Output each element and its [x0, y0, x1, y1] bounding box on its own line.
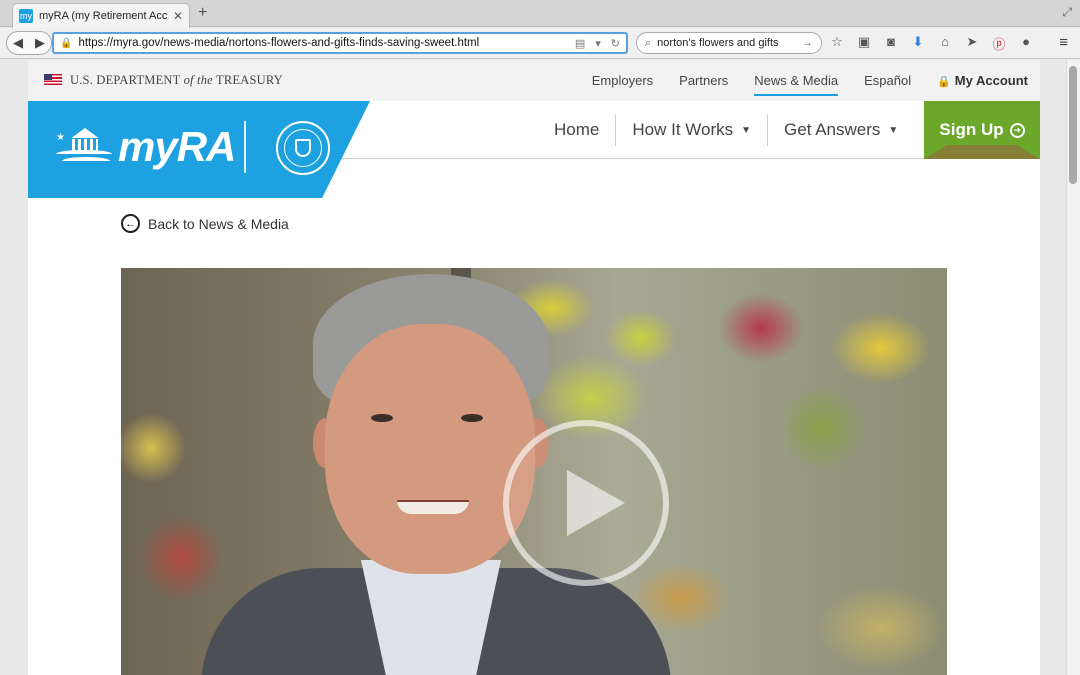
caret-down-icon: ▼	[741, 124, 752, 136]
forward-icon[interactable]: ▶	[29, 35, 51, 51]
arrow-left-circle-icon: ←	[121, 214, 140, 233]
url-bar[interactable]: 🔒 https://myra.gov/news-media/nortons-fl…	[52, 32, 628, 54]
sign-up-button[interactable]: Sign Up ➜	[924, 101, 1040, 159]
chat-icon[interactable]: ●	[1019, 34, 1033, 53]
caret-down-icon: ▼	[888, 124, 899, 136]
treasury-label-prefix: U.S. DEPARTMENT	[70, 73, 184, 87]
play-icon	[567, 470, 625, 536]
search-icon: ⌕	[645, 36, 652, 49]
myra-logo: ★ myRA	[56, 123, 236, 171]
search-input[interactable]: norton's flowers and gifts	[657, 37, 802, 49]
nav-how-it-works[interactable]: How It Works ▼	[616, 114, 769, 146]
lock-icon: 🔒	[937, 76, 951, 88]
play-button[interactable]	[503, 420, 669, 586]
send-icon[interactable]: ➤	[965, 34, 979, 53]
brand-logo-block[interactable]: ★ myRA	[28, 101, 370, 198]
employers-link[interactable]: Employers	[592, 69, 653, 92]
reload-icon[interactable]: ↻	[611, 37, 620, 50]
nav-home-label: Home	[554, 120, 600, 139]
tab-title: myRA (my Retirement Acc…	[39, 10, 169, 22]
url-input[interactable]: https://myra.gov/news-media/nortons-flow…	[78, 37, 574, 49]
back-forward-buttons: ◀ ▶	[6, 31, 52, 55]
nav-home[interactable]: Home	[538, 114, 617, 146]
scrollbar-thumb[interactable]	[1069, 66, 1077, 184]
video-player[interactable]	[121, 268, 947, 675]
pocket-icon[interactable]: ◙	[884, 34, 898, 53]
download-icon[interactable]: ⬇	[911, 34, 925, 53]
close-tab-icon[interactable]: ✕	[173, 9, 183, 23]
utility-nav: Employers Partners News & Media Español …	[592, 60, 1028, 101]
back-icon[interactable]: ◀	[7, 35, 29, 51]
dropdown-icon[interactable]: ▾	[595, 37, 601, 50]
home-icon[interactable]: ⌂	[938, 34, 952, 53]
page-viewport: U.S. DEPARTMENT of the TREASURY Employer…	[0, 60, 1080, 675]
new-tab-icon[interactable]: +	[198, 4, 207, 22]
lock-icon[interactable]: 🔒	[60, 38, 72, 49]
us-flag-icon	[44, 74, 62, 85]
fullscreen-icon[interactable]: ⤢	[1062, 5, 1072, 20]
treasury-label-suffix: TREASURY	[212, 73, 283, 87]
my-account-link[interactable]: 🔒 My Account	[937, 69, 1028, 92]
nav-get-answers[interactable]: Get Answers ▼	[768, 114, 914, 146]
pinterest-icon[interactable]: ⓟ	[992, 34, 1006, 53]
news-media-link[interactable]: News & Media	[754, 69, 838, 96]
capitol-icon: ★	[56, 124, 114, 170]
toolbar-icons: ☆ ▣ ◙ ⬇ ⌂ ➤ ⓟ ●	[830, 34, 1033, 53]
browser-nav-bar: ◀ ▶ 🔒 https://myra.gov/news-media/norton…	[0, 28, 1080, 59]
treasury-label[interactable]: U.S. DEPARTMENT of the TREASURY	[70, 73, 283, 88]
brand-name: myRA	[118, 123, 236, 170]
nav-get-answers-label: Get Answers	[784, 120, 881, 139]
treasury-bar: U.S. DEPARTMENT of the TREASURY Employer…	[28, 60, 1040, 101]
espanol-link[interactable]: Español	[864, 69, 911, 92]
treasury-seal-icon	[276, 121, 330, 175]
myra-favicon-icon: my	[19, 9, 33, 23]
main-nav: Home How It Works ▼ Get Answers ▼	[538, 101, 914, 159]
reader-view-icon[interactable]: ▤	[575, 37, 585, 50]
search-bar[interactable]: ⌕ norton's flowers and gifts →	[636, 32, 822, 54]
sign-up-label: Sign Up	[939, 120, 1004, 139]
search-go-icon[interactable]: →	[802, 37, 813, 49]
back-link-label: Back to News & Media	[148, 215, 289, 232]
nav-how-it-works-label: How It Works	[632, 120, 734, 139]
browser-tab-bar: my myRA (my Retirement Acc… ✕ + ⤢	[0, 0, 1080, 28]
brand-divider	[244, 121, 246, 173]
my-account-label: My Account	[954, 73, 1028, 88]
reading-list-icon[interactable]: ▣	[857, 34, 871, 53]
arrow-right-circle-icon: ➜	[1009, 122, 1025, 138]
back-to-news-link[interactable]: ← Back to News & Media	[121, 214, 289, 233]
partners-link[interactable]: Partners	[679, 69, 728, 92]
browser-tab[interactable]: my myRA (my Retirement Acc… ✕	[12, 3, 190, 28]
scrollbar[interactable]	[1066, 60, 1080, 675]
star-icon[interactable]: ☆	[830, 34, 844, 53]
treasury-label-italic: of the	[183, 73, 213, 87]
page-content: U.S. DEPARTMENT of the TREASURY Employer…	[28, 60, 1040, 675]
menu-icon[interactable]: ≡	[1059, 34, 1068, 51]
